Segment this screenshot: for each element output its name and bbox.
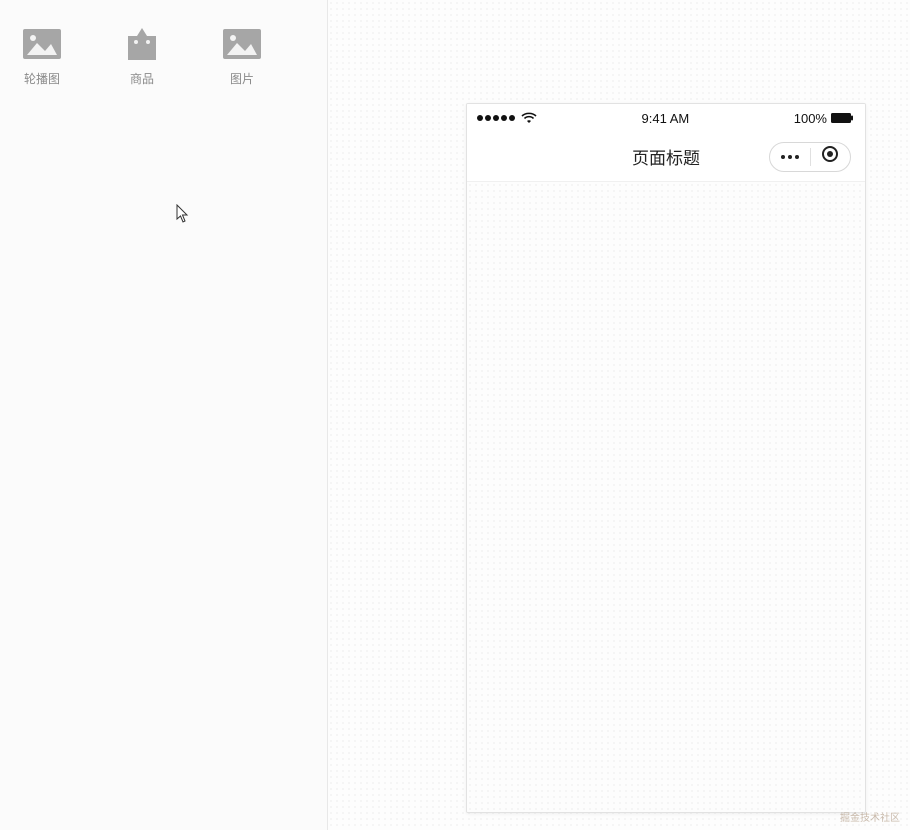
carousel-component[interactable]: 轮播图 (16, 28, 68, 87)
status-time: 9:41 AM (642, 111, 690, 126)
component-grid: 轮播图 商品 (10, 28, 317, 87)
nav-bar: 页面标题 (467, 132, 865, 182)
phone-preview: 9:41 AM 100% 页面标题 (466, 103, 866, 813)
wifi-icon (521, 112, 537, 124)
workspace: 轮播图 商品 (0, 0, 910, 830)
phone-content-area[interactable] (467, 182, 865, 812)
component-label: 商品 (130, 70, 154, 87)
capsule-more-button[interactable] (770, 143, 810, 171)
battery-percent: 100% (794, 111, 827, 126)
battery-icon (831, 112, 855, 124)
image-icon (22, 28, 62, 60)
page-title: 页面标题 (632, 144, 700, 169)
capsule-button (769, 142, 851, 172)
status-bar: 9:41 AM 100% (467, 104, 865, 132)
more-icon (781, 155, 799, 159)
image-icon (222, 28, 262, 60)
watermark: 掘金技术社区 (840, 809, 900, 824)
component-sidebar: 轮播图 商品 (0, 0, 328, 830)
component-label: 轮播图 (24, 70, 60, 87)
status-right: 100% (794, 111, 855, 126)
signal-icon (477, 115, 515, 121)
capsule-close-button[interactable] (811, 143, 851, 171)
status-left (477, 112, 537, 124)
bag-icon (122, 28, 162, 60)
image-component[interactable]: 图片 (216, 28, 268, 87)
goods-component[interactable]: 商品 (116, 28, 168, 87)
component-label: 图片 (230, 70, 254, 87)
canvas-area[interactable]: 9:41 AM 100% 页面标题 (328, 0, 910, 830)
target-icon (821, 145, 839, 168)
